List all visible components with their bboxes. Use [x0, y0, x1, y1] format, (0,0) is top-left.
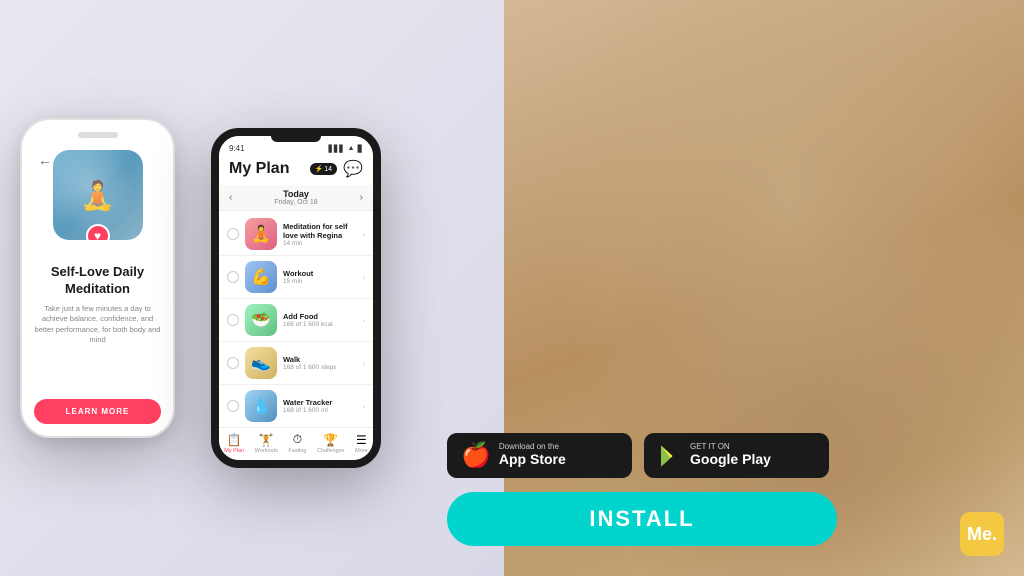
- time: 9:41: [229, 144, 245, 153]
- activity-name: Workout: [283, 269, 356, 278]
- wifi-icon: ▲: [348, 145, 355, 152]
- nav-item-more[interactable]: ☰ More: [355, 433, 368, 454]
- myplan-label: My Plan: [224, 448, 244, 454]
- signal-icon: ▋▋▋: [329, 145, 345, 153]
- activity-sub: 168 of 1 600 kcal: [283, 321, 356, 328]
- activity-info: Workout 15 min: [283, 269, 356, 285]
- today-label: Today: [274, 189, 317, 199]
- challenges-icon: 🏆: [323, 433, 338, 447]
- chevron-right-icon: ›: [362, 359, 365, 368]
- activity-circle: [227, 314, 239, 326]
- activity-item-walk[interactable]: 👟 Walk 168 of 1 600 steps ›: [219, 342, 373, 385]
- status-right: ▋▋▋ ▲ ▊: [329, 145, 363, 153]
- chevron-right-icon: ›: [362, 273, 365, 282]
- fasting-icon: ⏱: [293, 432, 302, 447]
- googleplay-text: GET IT ON Google Play: [690, 443, 771, 468]
- appstore-top-text: Download on the: [499, 443, 566, 451]
- googleplay-icon: [658, 444, 682, 468]
- appstore-button[interactable]: 🍎 Download on the App Store: [447, 433, 632, 478]
- more-icon: ☰: [356, 433, 367, 447]
- nav-item-challenges[interactable]: 🏆 Challenges: [317, 433, 345, 454]
- nav-item-fasting[interactable]: ⏱ Fasting: [288, 432, 306, 454]
- googleplay-button[interactable]: GET IT ON Google Play: [644, 433, 829, 478]
- workout-thumb: 💪: [245, 261, 277, 293]
- nav-item-myplan[interactable]: 📋 My Plan: [224, 433, 244, 454]
- activity-info: Walk 168 of 1 600 steps: [283, 355, 356, 371]
- lightning-badge[interactable]: ⚡ 14: [310, 163, 338, 175]
- activity-sub: 168 of 1 600 steps: [283, 364, 356, 371]
- next-day-button[interactable]: ›: [360, 192, 363, 203]
- workouts-label: Workouts: [255, 448, 278, 454]
- challenges-label: Challenges: [317, 448, 345, 454]
- store-buttons: 🍎 Download on the App Store GET IT ON: [447, 433, 829, 478]
- prev-day-button[interactable]: ‹: [229, 192, 232, 203]
- activity-item-workout[interactable]: 💪 Workout 15 min ›: [219, 256, 373, 299]
- activity-name: Add Food: [283, 312, 356, 321]
- chevron-right-icon: ›: [362, 316, 365, 325]
- right-section: 🍎 Download on the App Store GET IT ON: [427, 0, 1004, 576]
- install-button[interactable]: INSTALL: [447, 492, 837, 546]
- activity-sub: 15 min: [283, 278, 356, 285]
- my-plan-icons: ⚡ 14 💬: [310, 159, 363, 179]
- activity-info: Add Food 168 of 1 600 kcal: [283, 312, 356, 328]
- activity-sub: 14 min: [283, 240, 356, 247]
- activity-item-meditation[interactable]: 🧘 Meditation for self love with Regina 1…: [219, 213, 373, 256]
- activity-name: Walk: [283, 355, 356, 364]
- googleplay-top-text: GET IT ON: [690, 443, 771, 451]
- battery-icon: ▊: [358, 145, 363, 153]
- today-date: Friday, Oct 18: [274, 199, 317, 206]
- myplan-icon: 📋: [227, 433, 242, 447]
- meditation-figure: 🧘: [80, 179, 115, 212]
- activity-circle: [227, 271, 239, 283]
- food-thumb: 🥗: [245, 304, 277, 336]
- activity-circle: [227, 400, 239, 412]
- chevron-right-icon: ›: [362, 402, 365, 411]
- today-text: Today Friday, Oct 18: [274, 189, 317, 206]
- walk-thumb: 👟: [245, 347, 277, 379]
- googleplay-main-text: Google Play: [690, 451, 771, 468]
- more-label: More: [355, 448, 368, 454]
- phone-dark: 9:41 ▋▋▋ ▲ ▊ My Plan ⚡ 14 💬: [211, 128, 381, 468]
- activity-info: Water Tracker 168 of 1 600 ml: [283, 398, 356, 414]
- phone-white-desc: Take just a few minutes a day to achieve…: [34, 304, 161, 346]
- phone-white-title: Self-Love Daily Meditation: [34, 264, 161, 298]
- lightning-icon: ⚡: [315, 165, 324, 173]
- activity-info: Meditation for self love with Regina 14 …: [283, 222, 356, 247]
- workouts-icon: 🏋️: [259, 433, 274, 447]
- content-layer: ← 🧘 ♥ Self-Love Daily Meditation Take ju…: [0, 0, 1024, 576]
- lightning-count: 14: [324, 166, 332, 173]
- activity-name: Meditation for self love with Regina: [283, 222, 356, 240]
- fasting-label: Fasting: [288, 448, 306, 454]
- activity-sub: 168 of 1 600 ml: [283, 407, 356, 414]
- activity-list: 🧘 Meditation for self love with Regina 1…: [219, 211, 373, 427]
- meditation-thumb: 🧘: [245, 218, 277, 250]
- water-thumb: 💧: [245, 390, 277, 422]
- phone-notch: [271, 136, 321, 142]
- phone-bottom-nav: 📋 My Plan 🏋️ Workouts ⏱ Fasting 🏆 Challe…: [219, 427, 373, 460]
- my-plan-header: My Plan ⚡ 14 💬: [219, 157, 373, 185]
- appstore-main-text: App Store: [499, 451, 566, 468]
- activity-circle: [227, 357, 239, 369]
- learn-more-button[interactable]: LEARN MORE: [34, 399, 161, 424]
- heart-badge: ♥: [86, 224, 110, 240]
- nav-item-workouts[interactable]: 🏋️ Workouts: [255, 433, 278, 454]
- activity-circle: [227, 228, 239, 240]
- phone-white: ← 🧘 ♥ Self-Love Daily Meditation Take ju…: [20, 118, 175, 438]
- activity-name: Water Tracker: [283, 398, 356, 407]
- my-plan-title: My Plan: [229, 160, 289, 178]
- back-button[interactable]: ←: [38, 152, 52, 168]
- activity-item-food[interactable]: 🥗 Add Food 168 of 1 600 kcal ›: [219, 299, 373, 342]
- chevron-right-icon: ›: [362, 230, 365, 239]
- appstore-text: Download on the App Store: [499, 443, 566, 468]
- today-nav: ‹ Today Friday, Oct 18 ›: [219, 185, 373, 211]
- meditation-image: 🧘 ♥: [53, 150, 143, 240]
- phone-screen: 9:41 ▋▋▋ ▲ ▊ My Plan ⚡ 14 💬: [219, 136, 373, 460]
- message-icon[interactable]: 💬: [343, 159, 363, 179]
- activity-item-water[interactable]: 💧 Water Tracker 168 of 1 600 ml ›: [219, 385, 373, 427]
- apple-icon: 🍎: [461, 441, 491, 470]
